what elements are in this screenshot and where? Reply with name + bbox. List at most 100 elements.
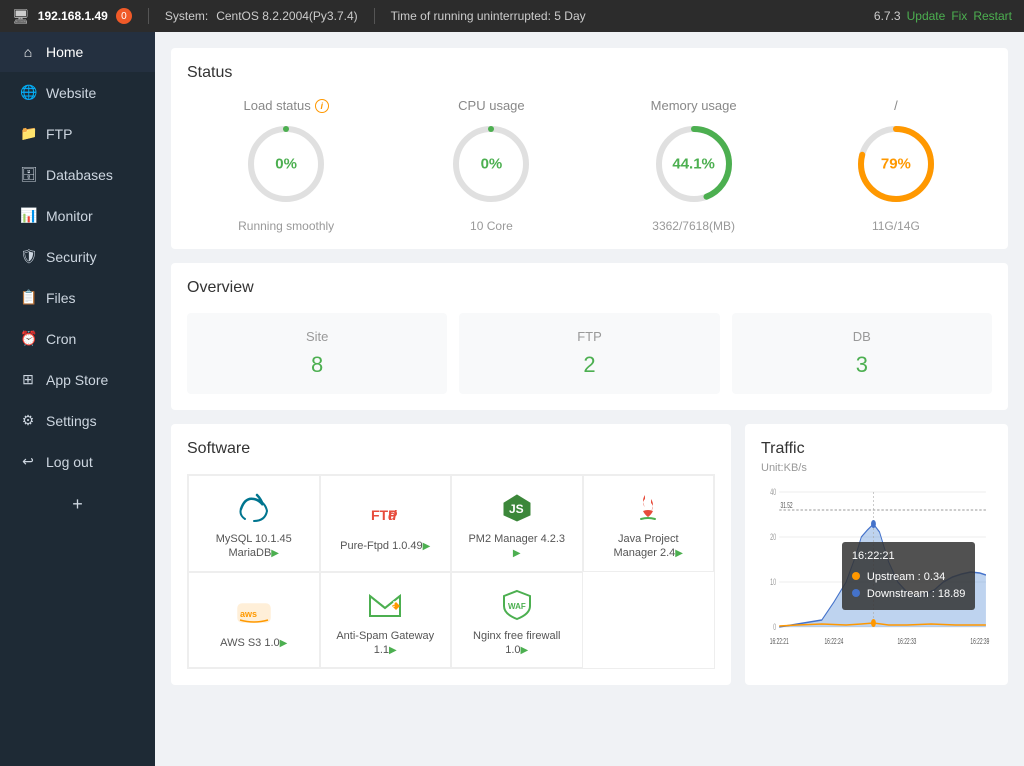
sidebar-item-website[interactable]: 🌐 Website xyxy=(0,72,155,113)
pm2-icon: JS xyxy=(499,490,535,526)
svg-text:0: 0 xyxy=(773,622,776,633)
ftpd-icon: FTP d xyxy=(367,497,403,533)
add-icon: + xyxy=(72,494,83,515)
monitor-icon: 🖥 xyxy=(12,8,30,25)
svg-text:10: 10 xyxy=(770,577,776,588)
antispam-label: Anti-Spam Gateway1.1▶ xyxy=(336,629,434,658)
software-java[interactable]: Java ProjectManager 2.4▶ xyxy=(583,475,715,572)
sidebar-item-appstore[interactable]: ⊞ App Store xyxy=(0,359,155,400)
sidebar-label-monitor: Monitor xyxy=(46,208,93,224)
sidebar-item-logout[interactable]: ↩ Log out xyxy=(0,441,155,482)
memory-donut: 44.1% xyxy=(649,119,739,209)
status-row: Load status i 0% Running smoothly xyxy=(187,98,992,233)
load-value: 0% xyxy=(275,156,297,173)
traffic-title: Traffic xyxy=(761,440,992,458)
software-aws[interactable]: aws AWS S3 1.0▶ xyxy=(188,572,320,669)
main-layout: ⌂ Home 🌐 Website 📁 FTP 🗄 Databases 📊 Mon… xyxy=(0,32,1024,766)
status-disk: / 79% 11G/14G xyxy=(851,98,941,233)
software-mysql[interactable]: MySQL 10.1.45MariaDB▶ xyxy=(188,475,320,572)
logout-icon: ↩ xyxy=(20,453,36,470)
svg-text:!: ! xyxy=(393,600,396,609)
mysql-label: MySQL 10.1.45MariaDB▶ xyxy=(216,532,292,561)
sidebar-label-ftp: FTP xyxy=(46,126,72,142)
svg-text:16:22:21: 16:22:21 xyxy=(770,638,789,646)
sidebar-item-files[interactable]: 📋 Files xyxy=(0,277,155,318)
chart-area: 40 20 10 0 31.52 16:22:21 16:22:24 xyxy=(761,482,992,662)
sidebar-item-home[interactable]: ⌂ Home xyxy=(0,32,155,72)
disk-value: 79% xyxy=(881,156,911,173)
disk-label: / xyxy=(894,98,898,113)
cpu-label: CPU usage xyxy=(458,98,524,113)
traffic-chart-svg: 40 20 10 0 31.52 16:22:21 16:22:24 xyxy=(761,482,992,662)
svg-text:16:22:33: 16:22:33 xyxy=(897,638,916,646)
sidebar-item-ftp[interactable]: 📁 FTP xyxy=(0,113,155,154)
svg-text:40: 40 xyxy=(770,487,776,498)
disk-sublabel: 11G/14G xyxy=(872,219,920,233)
home-icon: ⌂ xyxy=(20,44,36,60)
status-cpu: CPU usage 0% 10 Core xyxy=(446,98,536,233)
security-icon: 🛡 xyxy=(20,248,36,265)
topbar: 🖥 192.168.1.49 0 System: CentOS 8.2.2004… xyxy=(0,0,1024,32)
overview-title: Overview xyxy=(187,279,992,297)
appstore-icon: ⊞ xyxy=(20,371,36,388)
overview-ftp[interactable]: FTP 2 xyxy=(459,313,719,394)
topbar-divider xyxy=(148,8,149,24)
software-grid: MySQL 10.1.45MariaDB▶ FTP d Pure-Ftpd 1.… xyxy=(187,474,715,669)
overview-card: Overview Site 8 FTP 2 DB 3 xyxy=(171,263,1008,410)
cpu-sublabel: 10 Core xyxy=(470,219,513,233)
topbar-uptime: Time of running uninterrupted: 5 Day xyxy=(391,9,586,23)
databases-icon: 🗄 xyxy=(20,166,36,183)
software-card: Software MySQL 10.1.45MariaDB▶ xyxy=(171,424,731,685)
java-icon xyxy=(630,490,666,526)
sidebar-add-button[interactable]: + xyxy=(0,482,155,527)
svg-text:31.52: 31.52 xyxy=(780,502,792,510)
traffic-unit: Unit:KB/s xyxy=(761,462,992,474)
overview-site[interactable]: Site 8 xyxy=(187,313,447,394)
sidebar-item-monitor[interactable]: 📊 Monitor xyxy=(0,195,155,236)
sidebar-item-cron[interactable]: ⏰ Cron xyxy=(0,318,155,359)
software-pm2[interactable]: JS PM2 Manager 4.2.3▶ xyxy=(451,475,583,572)
sidebar-item-settings[interactable]: ⚙ Settings xyxy=(0,400,155,441)
topbar-right: 6.7.3 Update Fix Restart xyxy=(874,9,1012,23)
load-sublabel: Running smoothly xyxy=(238,219,334,233)
update-button[interactable]: Update xyxy=(907,9,946,23)
waf-icon: WAF xyxy=(499,587,535,623)
sidebar-label-logout: Log out xyxy=(46,454,93,470)
overview-db[interactable]: DB 3 xyxy=(732,313,992,394)
topbar-system-info: CentOS 8.2.2004(Py3.7.4) xyxy=(216,9,357,23)
software-ftpd[interactable]: FTP d Pure-Ftpd 1.0.49▶ xyxy=(320,475,452,572)
software-title: Software xyxy=(187,440,715,458)
aws-icon: aws xyxy=(236,594,272,630)
overview-site-value: 8 xyxy=(203,352,431,378)
svg-text:aws: aws xyxy=(240,609,257,619)
software-waf[interactable]: WAF Nginx free firewall1.0▶ xyxy=(451,572,583,669)
content-area: Status Load status i 0% Runn xyxy=(155,32,1024,766)
svg-text:16:22:39: 16:22:39 xyxy=(970,638,989,646)
sidebar-label-home: Home xyxy=(46,44,83,60)
fix-button[interactable]: Fix xyxy=(951,9,967,23)
svg-text:16:22:24: 16:22:24 xyxy=(824,638,843,646)
restart-button[interactable]: Restart xyxy=(973,9,1012,23)
cpu-donut: 0% xyxy=(446,119,536,209)
memory-label: Memory usage xyxy=(651,98,737,113)
topbar-badge: 0 xyxy=(116,8,132,24)
java-label: Java ProjectManager 2.4▶ xyxy=(614,532,683,561)
traffic-card: Traffic Unit:KB/s 40 20 10 xyxy=(745,424,1008,685)
sidebar-label-website: Website xyxy=(46,85,96,101)
status-card: Status Load status i 0% Runn xyxy=(171,48,1008,249)
memory-value: 44.1% xyxy=(672,156,715,173)
pm2-label: PM2 Manager 4.2.3▶ xyxy=(468,532,565,561)
aws-label: AWS S3 1.0▶ xyxy=(220,636,287,650)
bottom-row: Software MySQL 10.1.45MariaDB▶ xyxy=(171,424,1008,699)
overview-db-label: DB xyxy=(748,329,976,344)
overview-db-value: 3 xyxy=(748,352,976,378)
website-icon: 🌐 xyxy=(20,84,36,101)
sidebar-item-databases[interactable]: 🗄 Databases xyxy=(0,154,155,195)
ftpd-label: Pure-Ftpd 1.0.49▶ xyxy=(340,539,430,553)
software-antispam[interactable]: ! Anti-Spam Gateway1.1▶ xyxy=(320,572,452,669)
svg-text:20: 20 xyxy=(770,532,776,543)
waf-label: Nginx free firewall1.0▶ xyxy=(473,629,560,658)
sidebar-label-cron: Cron xyxy=(46,331,76,347)
files-icon: 📋 xyxy=(20,289,36,306)
sidebar-item-security[interactable]: 🛡 Security xyxy=(0,236,155,277)
